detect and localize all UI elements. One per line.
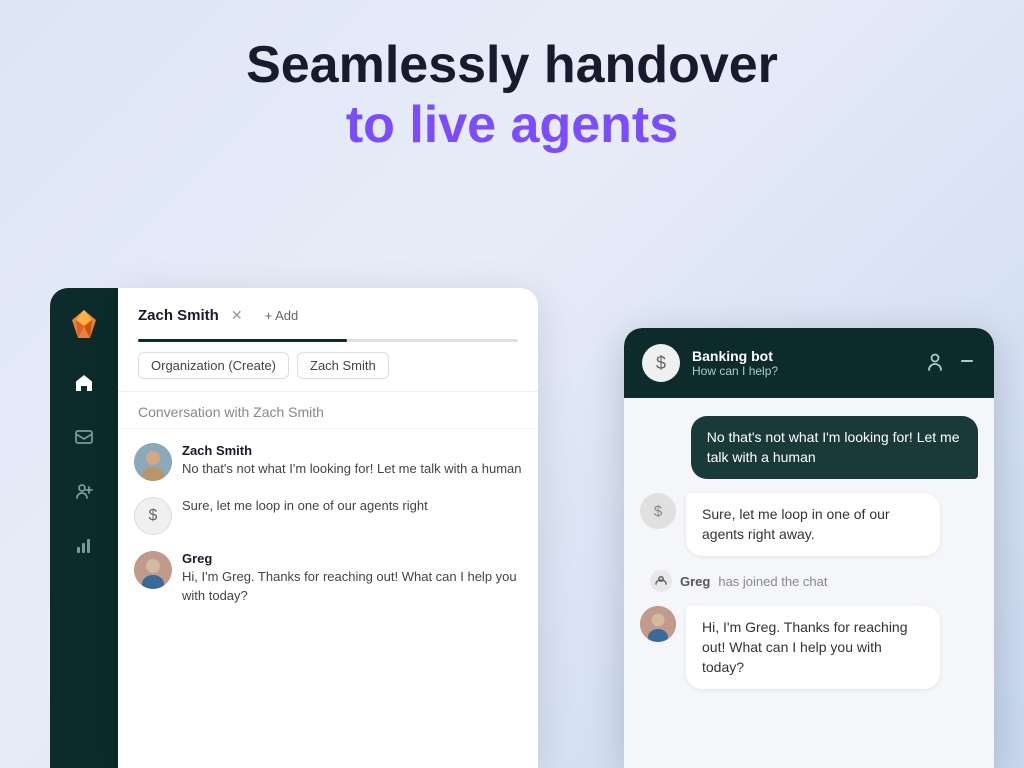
sidebar-item-home[interactable] — [71, 370, 97, 396]
hero-line2: to live agents — [346, 96, 678, 154]
conversation-title: Conversation with Zach Smith — [118, 392, 538, 429]
widget-greg-avatar — [640, 606, 676, 642]
widget-bot-subtitle: How can I help? — [692, 364, 912, 378]
widget-messages: No that's not what I'm looking for! Let … — [624, 398, 994, 768]
hero-line1: Seamlessly handover — [246, 36, 778, 94]
message-text-bot: Sure, let me loop in one of our agents r… — [182, 497, 522, 516]
sidebar-item-analytics[interactable] — [71, 532, 97, 558]
join-name: Greg — [680, 574, 710, 589]
chat-message-bot: $ Sure, let me loop in one of our agents… — [134, 497, 522, 535]
widget-header-avatar: $ — [642, 344, 680, 382]
widget-greg-bubble: Hi, I'm Greg. Thanks for reaching out! W… — [686, 606, 940, 689]
widget-header-actions — [924, 350, 976, 377]
widget-header: $ Banking bot How can I help? — [624, 328, 994, 398]
chat-widget: $ Banking bot How can I help? No that's — [624, 328, 994, 768]
chat-panel: Zach Smith ✕ + Add Organization (Create)… — [118, 288, 538, 768]
tab-progress-bar — [138, 339, 518, 342]
tab-add-button[interactable]: + Add — [255, 304, 309, 327]
chat-panel-header: Zach Smith ✕ + Add Organization (Create)… — [118, 288, 538, 392]
widget-message-user: No that's not what I'm looking for! Let … — [691, 416, 978, 479]
join-text: has joined the chat — [718, 574, 827, 589]
hero-section: Seamlessly handover to live agents — [0, 0, 1024, 176]
org-tag-0[interactable]: Organization (Create) — [138, 352, 289, 379]
widget-bot-name: Banking bot — [692, 348, 912, 364]
widget-minimize-icon[interactable] — [958, 352, 976, 375]
widget-bot-icon: $ — [656, 353, 666, 374]
widget-bot-avatar: $ — [640, 493, 676, 529]
tab-progress-fill — [138, 339, 347, 342]
widget-message-greg: Hi, I'm Greg. Thanks for reaching out! W… — [640, 606, 978, 689]
tab-close-button[interactable]: ✕ — [227, 305, 247, 326]
chat-message-greg: Greg Hi, I'm Greg. Thanks for reaching o… — [134, 551, 522, 606]
message-sender-greg: Greg — [182, 551, 522, 566]
avatar-greg — [134, 551, 172, 589]
logo — [66, 306, 102, 342]
avatar-bot: $ — [134, 497, 172, 535]
widget-bot-dollar: $ — [654, 503, 662, 520]
widget-bot-bubble: Sure, let me loop in one of our agents r… — [686, 493, 940, 556]
sidebar — [50, 288, 118, 768]
org-tag-1[interactable]: Zach Smith — [297, 352, 389, 379]
sidebar-item-inbox[interactable] — [71, 424, 97, 450]
message-text-greg: Hi, I'm Greg. Thanks for reaching out! W… — [182, 568, 522, 606]
message-content-bot: Sure, let me loop in one of our agents r… — [182, 497, 522, 516]
widget-join-icon — [650, 570, 672, 592]
widget-join-notice: Greg has joined the chat — [640, 570, 978, 592]
message-content-greg: Greg Hi, I'm Greg. Thanks for reaching o… — [182, 551, 522, 606]
bot-dollar-icon: $ — [149, 507, 158, 525]
avatar-zach — [134, 443, 172, 481]
sidebar-item-contacts[interactable] — [71, 478, 97, 504]
chat-messages-list: Zach Smith No that's not what I'm lookin… — [118, 429, 538, 768]
tab-name: Zach Smith — [138, 307, 219, 324]
message-content-zach: Zach Smith No that's not what I'm lookin… — [182, 443, 522, 479]
widget-profile-icon[interactable] — [924, 350, 946, 377]
message-text-zach: No that's not what I'm looking for! Let … — [182, 460, 522, 479]
chat-message-zach: Zach Smith No that's not what I'm lookin… — [134, 443, 522, 481]
org-tags: Organization (Create) Zach Smith — [138, 352, 518, 379]
message-sender-zach: Zach Smith — [182, 443, 522, 458]
widget-message-bot: $ Sure, let me loop in one of our agents… — [640, 493, 978, 556]
widget-header-info: Banking bot How can I help? — [692, 348, 912, 378]
chat-tabs: Zach Smith ✕ + Add — [138, 304, 518, 327]
